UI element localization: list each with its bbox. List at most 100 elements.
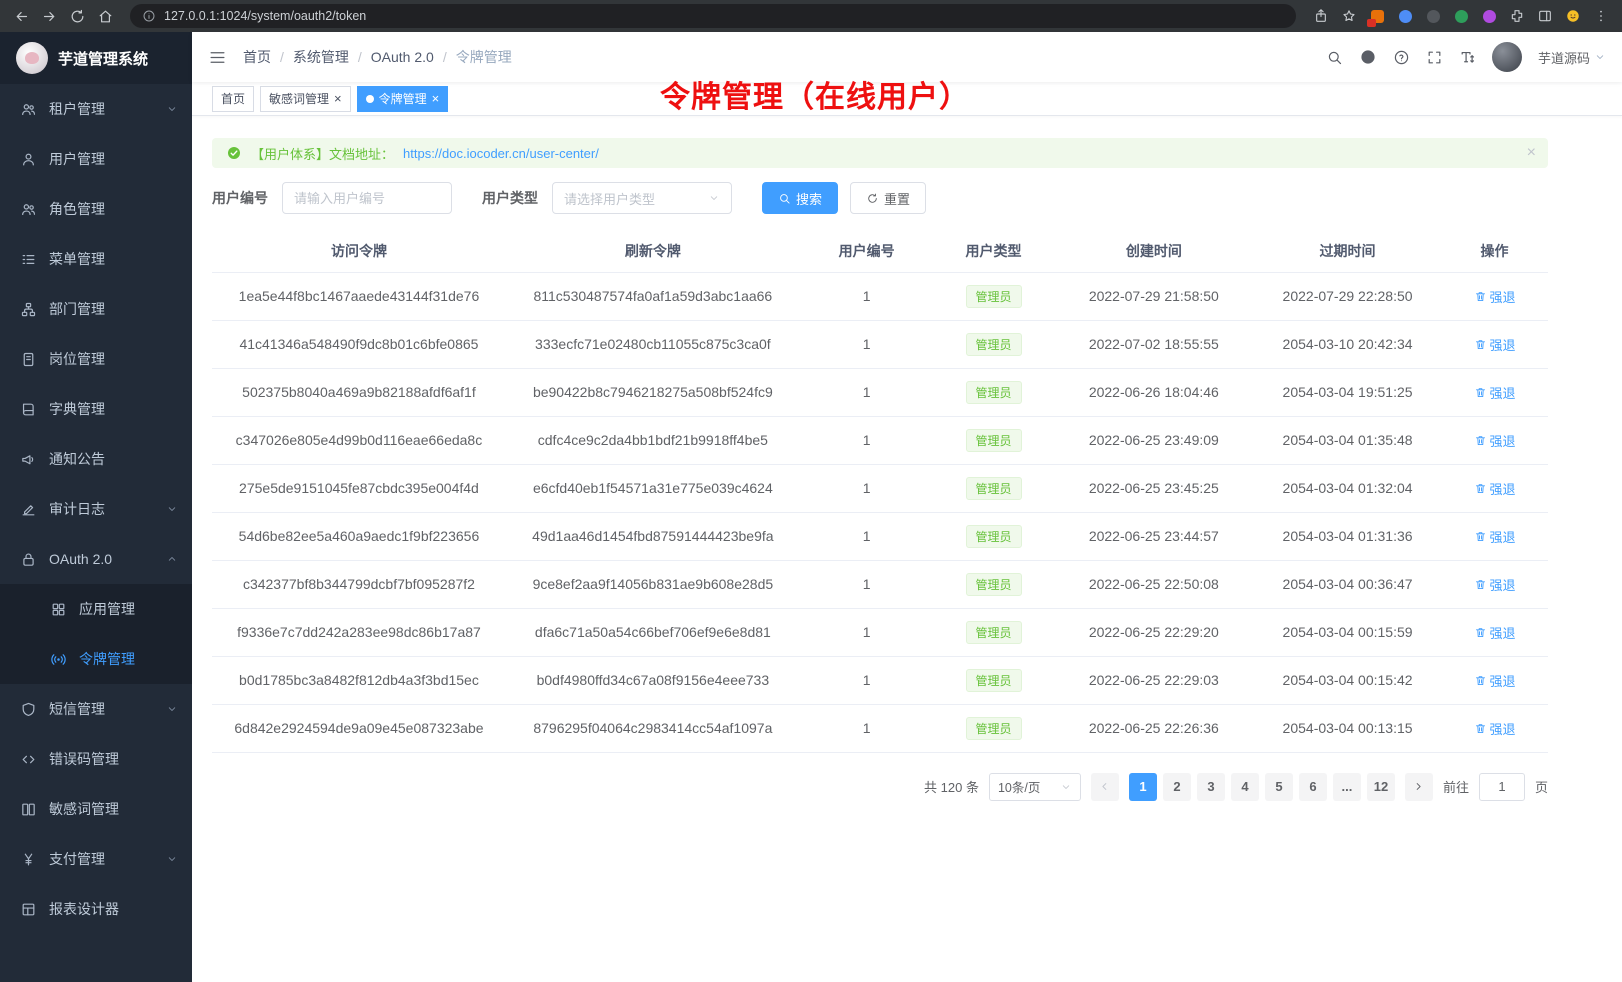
close-icon[interactable]: ×: [432, 92, 440, 105]
extension-green-icon[interactable]: [1448, 3, 1474, 29]
create-time-cell: 2022-06-25 23:45:25: [1054, 464, 1254, 512]
share-icon[interactable]: [1308, 3, 1334, 29]
sidebar-item-label: 租户管理: [49, 99, 105, 119]
sidebar-item[interactable]: 角色管理: [0, 184, 192, 234]
browser-avatar-icon[interactable]: [1560, 3, 1586, 29]
sidebar-item[interactable]: 菜单管理: [0, 234, 192, 284]
sidebar-item[interactable]: 岗位管理: [0, 334, 192, 384]
user-id-input[interactable]: [282, 182, 452, 214]
sidebar-item[interactable]: 令牌管理: [0, 634, 192, 684]
search-button[interactable]: 搜索: [762, 182, 838, 214]
force-logout-button[interactable]: 强退: [1474, 431, 1516, 450]
force-logout-button[interactable]: 强退: [1474, 623, 1516, 642]
sidebar-item[interactable]: 支付管理: [0, 834, 192, 884]
tab-item[interactable]: 敏感词管理×: [260, 86, 351, 112]
prev-page-button[interactable]: [1091, 773, 1119, 801]
force-logout-button[interactable]: 强退: [1474, 719, 1516, 738]
info-icon[interactable]: [142, 9, 156, 23]
page-button[interactable]: 6: [1299, 773, 1327, 801]
next-page-button[interactable]: [1405, 773, 1433, 801]
breadcrumb: 首页/系统管理/OAuth 2.0/令牌管理: [243, 47, 512, 67]
help-icon[interactable]: [1393, 49, 1410, 66]
chevron-down-icon: [166, 503, 178, 515]
force-logout-button[interactable]: 强退: [1474, 287, 1516, 306]
home-icon[interactable]: [92, 3, 118, 29]
force-logout-button[interactable]: 强退: [1474, 335, 1516, 354]
extension-dark-icon[interactable]: [1420, 3, 1446, 29]
sidebar-item[interactable]: 敏感词管理: [0, 784, 192, 834]
page-button[interactable]: 1: [1129, 773, 1157, 801]
main-area: 令牌管理（在线用户） 首页/系统管理/OAuth 2.0/令牌管理 芋道源码 首…: [192, 32, 1622, 982]
create-time-cell: 2022-06-26 18:04:46: [1054, 368, 1254, 416]
access-token-cell: b0d1785bc3a8482f812db4a3f3bd15ec: [212, 656, 506, 704]
shield-icon: [20, 701, 37, 718]
breadcrumb-item[interactable]: 系统管理: [293, 47, 349, 67]
back-icon[interactable]: [8, 3, 34, 29]
edit-icon: [20, 501, 37, 518]
sidebar-item[interactable]: 报表设计器: [0, 884, 192, 934]
fullscreen-icon[interactable]: [1426, 49, 1443, 66]
signal-icon: [50, 651, 67, 668]
expire-time-cell: 2054-03-04 00:13:15: [1254, 704, 1441, 752]
user-type-badge: 管理员: [966, 669, 1022, 692]
sidebar-item[interactable]: 部门管理: [0, 284, 192, 334]
sidebar-item-label: 菜单管理: [49, 249, 105, 269]
sidebar-item[interactable]: OAuth 2.0: [0, 534, 192, 584]
reload-icon[interactable]: [64, 3, 90, 29]
breadcrumb-item[interactable]: 首页: [243, 47, 271, 67]
close-icon[interactable]: ×: [1527, 145, 1536, 161]
sidebar-item[interactable]: 用户管理: [0, 134, 192, 184]
tab-item[interactable]: 首页: [212, 86, 254, 112]
side-panel-icon[interactable]: [1532, 3, 1558, 29]
force-logout-button[interactable]: 强退: [1474, 671, 1516, 690]
puzzle-icon[interactable]: [1504, 3, 1530, 29]
app-logo: 芋道管理系统: [0, 32, 192, 84]
user-type-select[interactable]: 请选择用户类型: [552, 182, 732, 214]
sidebar-item[interactable]: 字典管理: [0, 384, 192, 434]
breadcrumb-item[interactable]: OAuth 2.0: [371, 49, 434, 65]
bookmark-star-icon[interactable]: [1336, 3, 1362, 29]
sidebar-item[interactable]: 错误码管理: [0, 734, 192, 784]
sidebar-item[interactable]: 应用管理: [0, 584, 192, 634]
extension-purple-icon[interactable]: [1476, 3, 1502, 29]
pager-more-button[interactable]: ...: [1333, 773, 1361, 801]
goto-page-input[interactable]: [1479, 773, 1525, 801]
force-logout-button[interactable]: 强退: [1474, 527, 1516, 546]
close-icon[interactable]: ×: [334, 92, 342, 105]
force-logout-button[interactable]: 强退: [1474, 383, 1516, 402]
url-bar[interactable]: 127.0.0.1:1024/system/oauth2/token: [130, 4, 1296, 28]
sidebar-item[interactable]: 通知公告: [0, 434, 192, 484]
sidebar-item[interactable]: 审计日志: [0, 484, 192, 534]
tab-item[interactable]: 令牌管理×: [357, 86, 449, 112]
yen-icon: [20, 851, 37, 868]
page-button[interactable]: 12: [1367, 773, 1395, 801]
sidebar-item[interactable]: 短信管理: [0, 684, 192, 734]
forward-icon[interactable]: [36, 3, 62, 29]
sidebar-item[interactable]: 租户管理: [0, 84, 192, 134]
browser-nav: [8, 3, 118, 29]
hamburger-icon[interactable]: [208, 48, 227, 67]
doc-link[interactable]: https://doc.iocoder.cn/user-center/: [403, 146, 599, 161]
github-icon[interactable]: [1359, 48, 1377, 66]
page-button[interactable]: 3: [1197, 773, 1225, 801]
page-button[interactable]: 2: [1163, 773, 1191, 801]
extension-blue-icon[interactable]: [1392, 3, 1418, 29]
access-token-cell: 54d6be82ee5a460a9aedc1f9bf223656: [212, 512, 506, 560]
access-token-cell: c342377bf8b344799dcbf7bf095287f2: [212, 560, 506, 608]
menu-kebab-icon[interactable]: [1588, 3, 1614, 29]
search-icon[interactable]: [1326, 49, 1343, 66]
user-avatar[interactable]: [1492, 42, 1522, 72]
page-button[interactable]: 4: [1231, 773, 1259, 801]
page-button[interactable]: 5: [1265, 773, 1293, 801]
table-row: b0d1785bc3a8482f812db4a3f3bd15ecb0df4980…: [212, 656, 1548, 704]
font-size-icon[interactable]: [1459, 49, 1476, 66]
username[interactable]: 芋道源码: [1538, 48, 1606, 67]
reset-button[interactable]: 重置: [850, 182, 926, 214]
force-logout-button[interactable]: 强退: [1474, 575, 1516, 594]
extension-orange-icon[interactable]: [1364, 3, 1390, 29]
user-type-badge: 管理员: [966, 525, 1022, 548]
chevron-down-icon: [1594, 51, 1606, 63]
columns-icon: [20, 801, 37, 818]
page-size-select[interactable]: 10条/页: [989, 773, 1081, 801]
force-logout-button[interactable]: 强退: [1474, 479, 1516, 498]
